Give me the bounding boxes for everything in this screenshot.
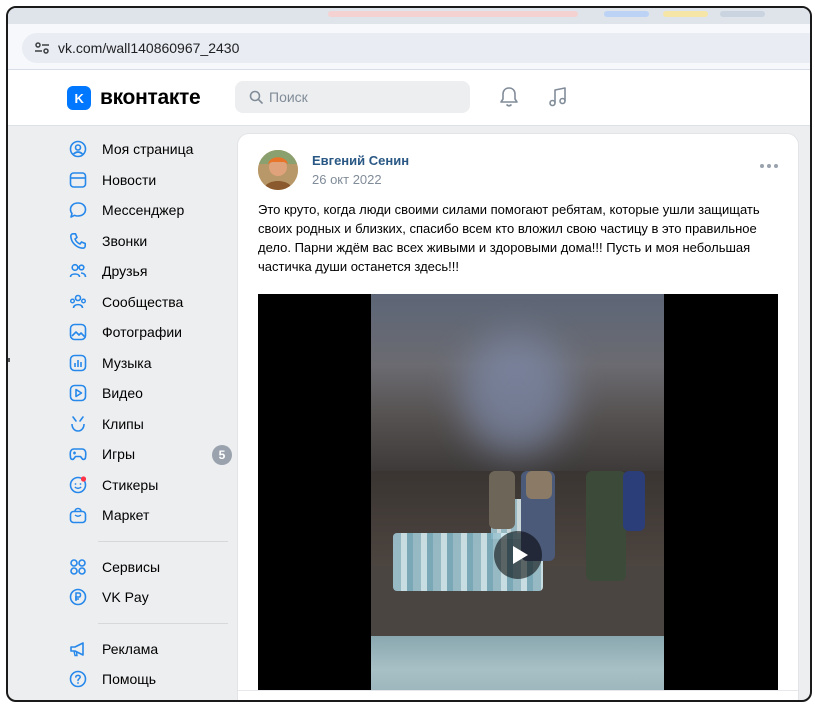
- message-bubble-icon: [68, 200, 88, 220]
- sidebar-item-label: Друзья: [102, 263, 148, 280]
- sidebar-item-label: Маркет: [102, 507, 150, 524]
- music-note-icon[interactable]: [548, 86, 568, 108]
- sidebar-item-label: Стикеры: [102, 476, 159, 493]
- vk-header: K вконтакте Поиск: [8, 70, 810, 126]
- post-text: Это круто, когда люди своими силами помо…: [258, 202, 760, 274]
- bell-icon[interactable]: [499, 86, 519, 108]
- url-field[interactable]: vk.com/wall140860967_2430: [22, 33, 810, 63]
- sidebar-item-label: Сервисы: [102, 558, 161, 575]
- sidebar-item-label: Видео: [102, 385, 143, 402]
- games-count-badge: 5: [212, 445, 232, 465]
- sidebar-divider: [98, 622, 228, 624]
- sidebar-item-market[interactable]: Маркет: [64, 500, 234, 531]
- tab-indicator: [720, 11, 765, 17]
- address-bar: vk.com/wall140860967_2430: [8, 24, 810, 70]
- sidebar-item-clips[interactable]: Клипы: [64, 409, 234, 440]
- sidebar-item-communities[interactable]: Сообщества: [64, 287, 234, 318]
- sidebar-item-label: Помощь: [102, 671, 157, 688]
- sidebar-divider: [98, 540, 228, 542]
- services-grid-icon: [68, 557, 88, 577]
- sidebar-item-label: Мессенджер: [102, 202, 185, 219]
- browser-tab-strip: [8, 8, 810, 24]
- sidebar-item-vkpay[interactable]: VK Pay: [64, 582, 234, 613]
- sidebar-item-help[interactable]: Помощь: [64, 664, 234, 695]
- sidebar-item-label: Клипы: [102, 415, 144, 432]
- vkpay-icon: [68, 587, 88, 607]
- sidebar-item-music[interactable]: Музыка: [64, 348, 234, 379]
- more-options-icon[interactable]: [760, 164, 778, 168]
- sidebar-item-video[interactable]: Видео: [64, 378, 234, 409]
- user-circle-icon: [68, 139, 88, 159]
- sidebar-item-services[interactable]: Сервисы: [64, 552, 234, 583]
- sidebar-item-label: Реклама: [102, 640, 159, 657]
- sidebar-item-stickers[interactable]: Стикеры: [64, 470, 234, 501]
- friends-icon: [68, 261, 88, 281]
- sidebar-item-label: Новости: [102, 171, 157, 188]
- sidebar-item-photos[interactable]: Фотографии: [64, 317, 234, 348]
- site-settings-icon[interactable]: [34, 41, 50, 55]
- megaphone-icon: [68, 639, 88, 659]
- communities-icon: [68, 292, 88, 312]
- sidebar-item-friends[interactable]: Друзья: [64, 256, 234, 287]
- post-author[interactable]: Евгений Сенин: [312, 153, 409, 168]
- edge-marker: [8, 358, 10, 362]
- url-text: vk.com/wall140860967_2430: [58, 40, 240, 56]
- play-icon: [512, 546, 528, 564]
- news-icon: [68, 170, 88, 190]
- sidebar-item-ads[interactable]: Реклама: [64, 634, 234, 665]
- sidebar-item-label: Музыка: [102, 354, 152, 371]
- sticker-icon: [68, 475, 88, 495]
- tab-indicator: [604, 11, 649, 17]
- video-thumbnail: [371, 294, 664, 692]
- music-icon: [68, 353, 88, 373]
- sidebar-item-label: Моя страница: [102, 141, 194, 158]
- sidebar-item-label: Звонки: [102, 232, 148, 249]
- vk-logo-mark: K: [67, 86, 91, 110]
- market-bag-icon: [68, 505, 88, 525]
- sidebar-item-label: VK Pay: [102, 589, 149, 606]
- tab-indicator: [328, 11, 578, 17]
- sidebar-item-games[interactable]: Игры 5: [64, 439, 234, 470]
- sidebar-item-news[interactable]: Новости: [64, 165, 234, 196]
- sidebar-item-my-page[interactable]: Моя страница: [64, 134, 234, 165]
- comment-bar: [238, 690, 798, 700]
- clips-icon: [68, 414, 88, 434]
- vk-logo-text: вконтакте: [100, 86, 201, 109]
- search-input[interactable]: Поиск: [235, 81, 470, 113]
- browser-window: vk.com/wall140860967_2430 K вконтакте По…: [6, 6, 812, 702]
- left-sidebar: Моя страница Новости Мессенджер Звонки Д…: [64, 134, 234, 695]
- thumbnail-blur-bottom: [371, 636, 664, 692]
- avatar[interactable]: [258, 150, 298, 190]
- video-icon: [68, 383, 88, 403]
- tab-indicator: [663, 11, 708, 17]
- play-button[interactable]: [494, 531, 542, 579]
- search-placeholder: Поиск: [269, 89, 308, 105]
- help-icon: [68, 669, 88, 689]
- gamepad-icon: [68, 444, 88, 464]
- sidebar-item-messenger[interactable]: Мессенджер: [64, 195, 234, 226]
- search-icon: [249, 90, 263, 104]
- photo-icon: [68, 322, 88, 342]
- phone-icon: [68, 231, 88, 251]
- post-date[interactable]: 26 окт 2022: [312, 172, 382, 187]
- sidebar-item-calls[interactable]: Звонки: [64, 226, 234, 257]
- vk-logo[interactable]: K вконтакте: [67, 86, 201, 110]
- sidebar-item-label: Сообщества: [102, 293, 184, 310]
- thumbnail-blur-top: [371, 294, 664, 471]
- wall-post: Евгений Сенин 26 окт 2022 Это круто, ког…: [237, 133, 799, 700]
- sidebar-item-label: Фотографии: [102, 324, 183, 341]
- video-player[interactable]: [258, 294, 778, 692]
- sidebar-item-label: Игры: [102, 446, 136, 463]
